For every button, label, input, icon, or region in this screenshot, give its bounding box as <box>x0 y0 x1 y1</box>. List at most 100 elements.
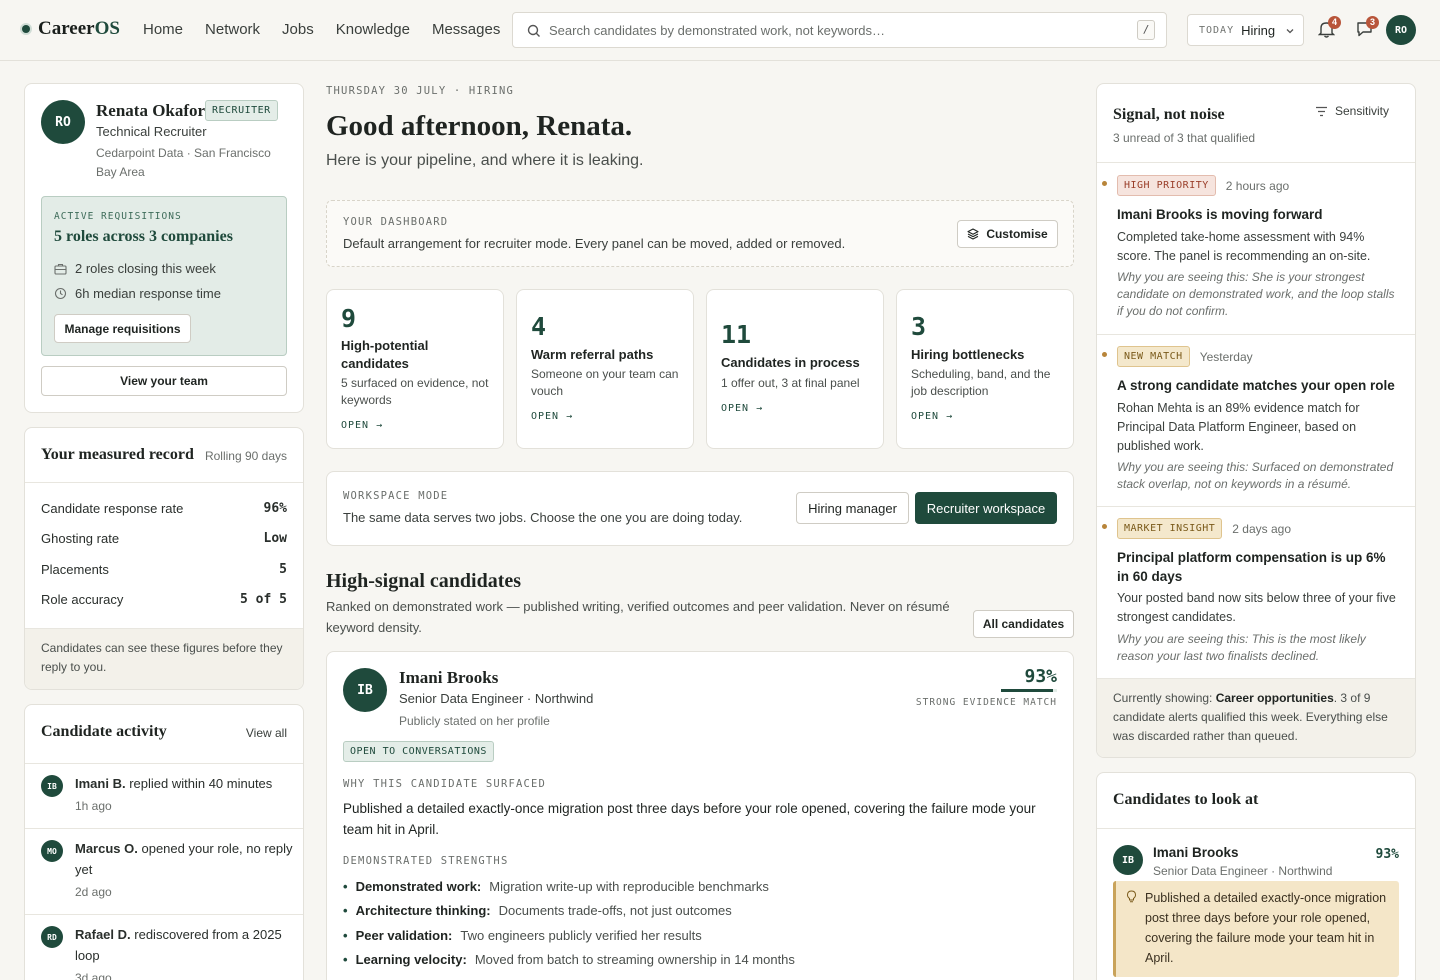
look-avatar: IB <box>1113 845 1143 875</box>
messages-button[interactable]: 3 <box>1356 16 1379 38</box>
all-candidates-button[interactable]: All candidates <box>973 610 1074 638</box>
user-avatar[interactable]: RO <box>1386 15 1416 45</box>
measured-record-card: Your measured record Rolling 90 days Can… <box>24 427 304 690</box>
section-title: High-signal candidates <box>326 570 522 592</box>
page-title: Good afternoon, Renata. <box>326 110 633 142</box>
activity-avatar: MO <box>41 840 63 862</box>
stat-card-bottlenecks[interactable]: 3 Hiring bottlenecks Scheduling, band, a… <box>896 289 1074 449</box>
customise-button[interactable]: Customise <box>957 220 1058 248</box>
signal-why: Why you are seeing this: This is the mos… <box>1117 632 1366 663</box>
profile-role: Technical Recruiter <box>96 124 207 139</box>
look-title: Candidates to look at <box>1113 791 1259 808</box>
logo-text: Career <box>38 18 95 39</box>
activity-title: Candidate activity <box>41 723 167 740</box>
activity-avatar: IB <box>41 775 63 797</box>
record-period: Rolling 90 days <box>204 449 287 463</box>
briefcase-icon <box>54 263 67 275</box>
signal-item[interactable]: MARKET INSIGHT 2 days ago Principal plat… <box>1097 507 1415 678</box>
stat-description: 1 offer out, 3 at final panel <box>721 376 860 390</box>
mode-select[interactable]: TODAY Hiring <box>1187 14 1304 46</box>
unread-dot-icon <box>1102 181 1107 186</box>
activity-text: replied within 40 minutes <box>129 776 273 791</box>
strength-value: Migration write-up with reproducible ben… <box>489 879 769 894</box>
signal-body: Rohan Mehta is an 89% evidence match for… <box>1117 401 1360 453</box>
activity-time: 2d ago <box>75 885 112 899</box>
lightbulb-icon <box>1126 890 1137 903</box>
signals-footer: Currently showing: Career opportunities.… <box>1097 678 1415 757</box>
look-score: 93% <box>1375 847 1399 862</box>
nav-links: Home Network Jobs Knowledge Messages <box>143 21 500 38</box>
why-text: Published a detailed exactly-once migrat… <box>343 801 1036 837</box>
strength-key: Demonstrated work: <box>355 879 482 894</box>
signal-title: A strong candidate matches your open rol… <box>1117 378 1395 393</box>
stat-number: 11 <box>721 320 752 349</box>
dashboard-banner: YOUR DASHBOARD Default arrangement for r… <box>326 200 1074 267</box>
candidate-card[interactable]: IB Imani Brooks Senior Data Engineer · N… <box>326 651 1074 980</box>
candidate-avatar: IB <box>343 668 387 712</box>
record-row: Candidate response rate 96% <box>41 501 287 516</box>
match-score-fill <box>1001 689 1054 692</box>
logo[interactable]: CareerOS <box>22 18 120 40</box>
stat-card-high-potential[interactable]: 9 High-potential candidates 5 surfaced o… <box>326 289 504 449</box>
status-badge: OPEN TO CONVERSATIONS <box>343 741 494 762</box>
stat-description: 5 surfaced on evidence, not keywords <box>341 376 489 407</box>
stat-title: Candidates in process <box>721 355 860 370</box>
nav-link-home[interactable]: Home <box>143 21 183 38</box>
top-nav: CareerOS Home Network Jobs Knowledge Mes… <box>0 0 1440 61</box>
nav-link-network[interactable]: Network <box>205 21 260 38</box>
manage-requisitions-button[interactable]: Manage requisitions <box>54 314 191 343</box>
signal-item[interactable]: HIGH PRIORITY 2 hours ago Imani Brooks i… <box>1097 163 1415 334</box>
search-shortcut: / <box>1137 20 1155 40</box>
unread-dot-icon <box>1102 524 1107 529</box>
record-label: Candidate response rate <box>41 501 184 516</box>
stat-open-link[interactable]: OPEN → <box>911 411 953 422</box>
candidate-name[interactable]: Imani Brooks <box>399 668 498 688</box>
logo-text-os: OS <box>94 18 120 39</box>
view-team-button[interactable]: View your team <box>41 366 287 396</box>
nav-link-knowledge[interactable]: Knowledge <box>336 21 410 38</box>
search-placeholder: Search candidates by demonstrated work, … <box>549 23 886 38</box>
workspace-label: WORKSPACE MODE <box>343 490 449 502</box>
mode-label: TODAY <box>1199 24 1235 36</box>
search-input[interactable]: Search candidates by demonstrated work, … <box>512 12 1167 48</box>
stat-open-link[interactable]: OPEN → <box>531 411 573 422</box>
activity-name: Imani B. <box>75 776 126 791</box>
look-name[interactable]: Imani Brooks <box>1153 845 1239 860</box>
hiring-manager-button[interactable]: Hiring manager <box>796 492 909 524</box>
divider <box>25 482 303 483</box>
sensitivity-button[interactable]: Sensitivity <box>1315 104 1389 118</box>
record-value: Low <box>263 531 287 546</box>
nav-link-jobs[interactable]: Jobs <box>282 21 314 38</box>
candidates-to-look-card: Candidates to look at IB Imani Brooks Se… <box>1096 772 1416 980</box>
activity-time: 1h ago <box>75 799 112 813</box>
notifications-button[interactable]: 4 <box>1318 16 1341 38</box>
nav-link-messages[interactable]: Messages <box>432 21 500 38</box>
stat-card-in-process[interactable]: 11 Candidates in process 1 offer out, 3 … <box>706 289 884 449</box>
chevron-down-icon <box>1285 26 1295 36</box>
dashboard-text: Default arrangement for recruiter mode. … <box>343 236 846 251</box>
view-all-link[interactable]: View all <box>246 726 287 740</box>
signal-body: Your posted band now sits below three of… <box>1117 591 1396 624</box>
signals-footer-b: Career opportunities <box>1215 691 1334 705</box>
clock-icon <box>54 287 67 300</box>
requisitions-panel: ACTIVE REQUISITIONS 5 roles across 3 com… <box>41 196 287 356</box>
stat-open-link[interactable]: OPEN → <box>341 420 383 431</box>
stat-open-link[interactable]: OPEN → <box>721 403 763 414</box>
why-label: WHY THIS CANDIDATE SURFACED <box>343 778 547 790</box>
requisitions-response: 6h median response time <box>54 286 221 301</box>
layers-icon <box>967 228 979 240</box>
activity-name: Rafael D. <box>75 927 131 942</box>
stat-card-referrals[interactable]: 4 Warm referral paths Someone on your te… <box>516 289 694 449</box>
signal-item[interactable]: NEW MATCH Yesterday A strong candidate m… <box>1097 335 1415 506</box>
priority-tag: HIGH PRIORITY <box>1117 175 1216 196</box>
candidate-activity-card: Candidate activity View all IB Imani B. … <box>24 704 304 980</box>
strength-value: Documents trade-offs, not just outcomes <box>498 903 732 918</box>
look-highlight-text: Published a detailed exactly-once migrat… <box>1145 891 1387 965</box>
divider <box>25 914 303 915</box>
recruiter-workspace-button[interactable]: Recruiter workspace <box>915 492 1057 524</box>
profile-avatar: RO <box>41 100 85 144</box>
workspace-mode-panel: WORKSPACE MODE The same data serves two … <box>326 471 1074 546</box>
record-title: Your measured record <box>41 446 194 463</box>
requisitions-closing-text: 2 roles closing this week <box>75 261 216 276</box>
search-icon <box>527 24 541 38</box>
